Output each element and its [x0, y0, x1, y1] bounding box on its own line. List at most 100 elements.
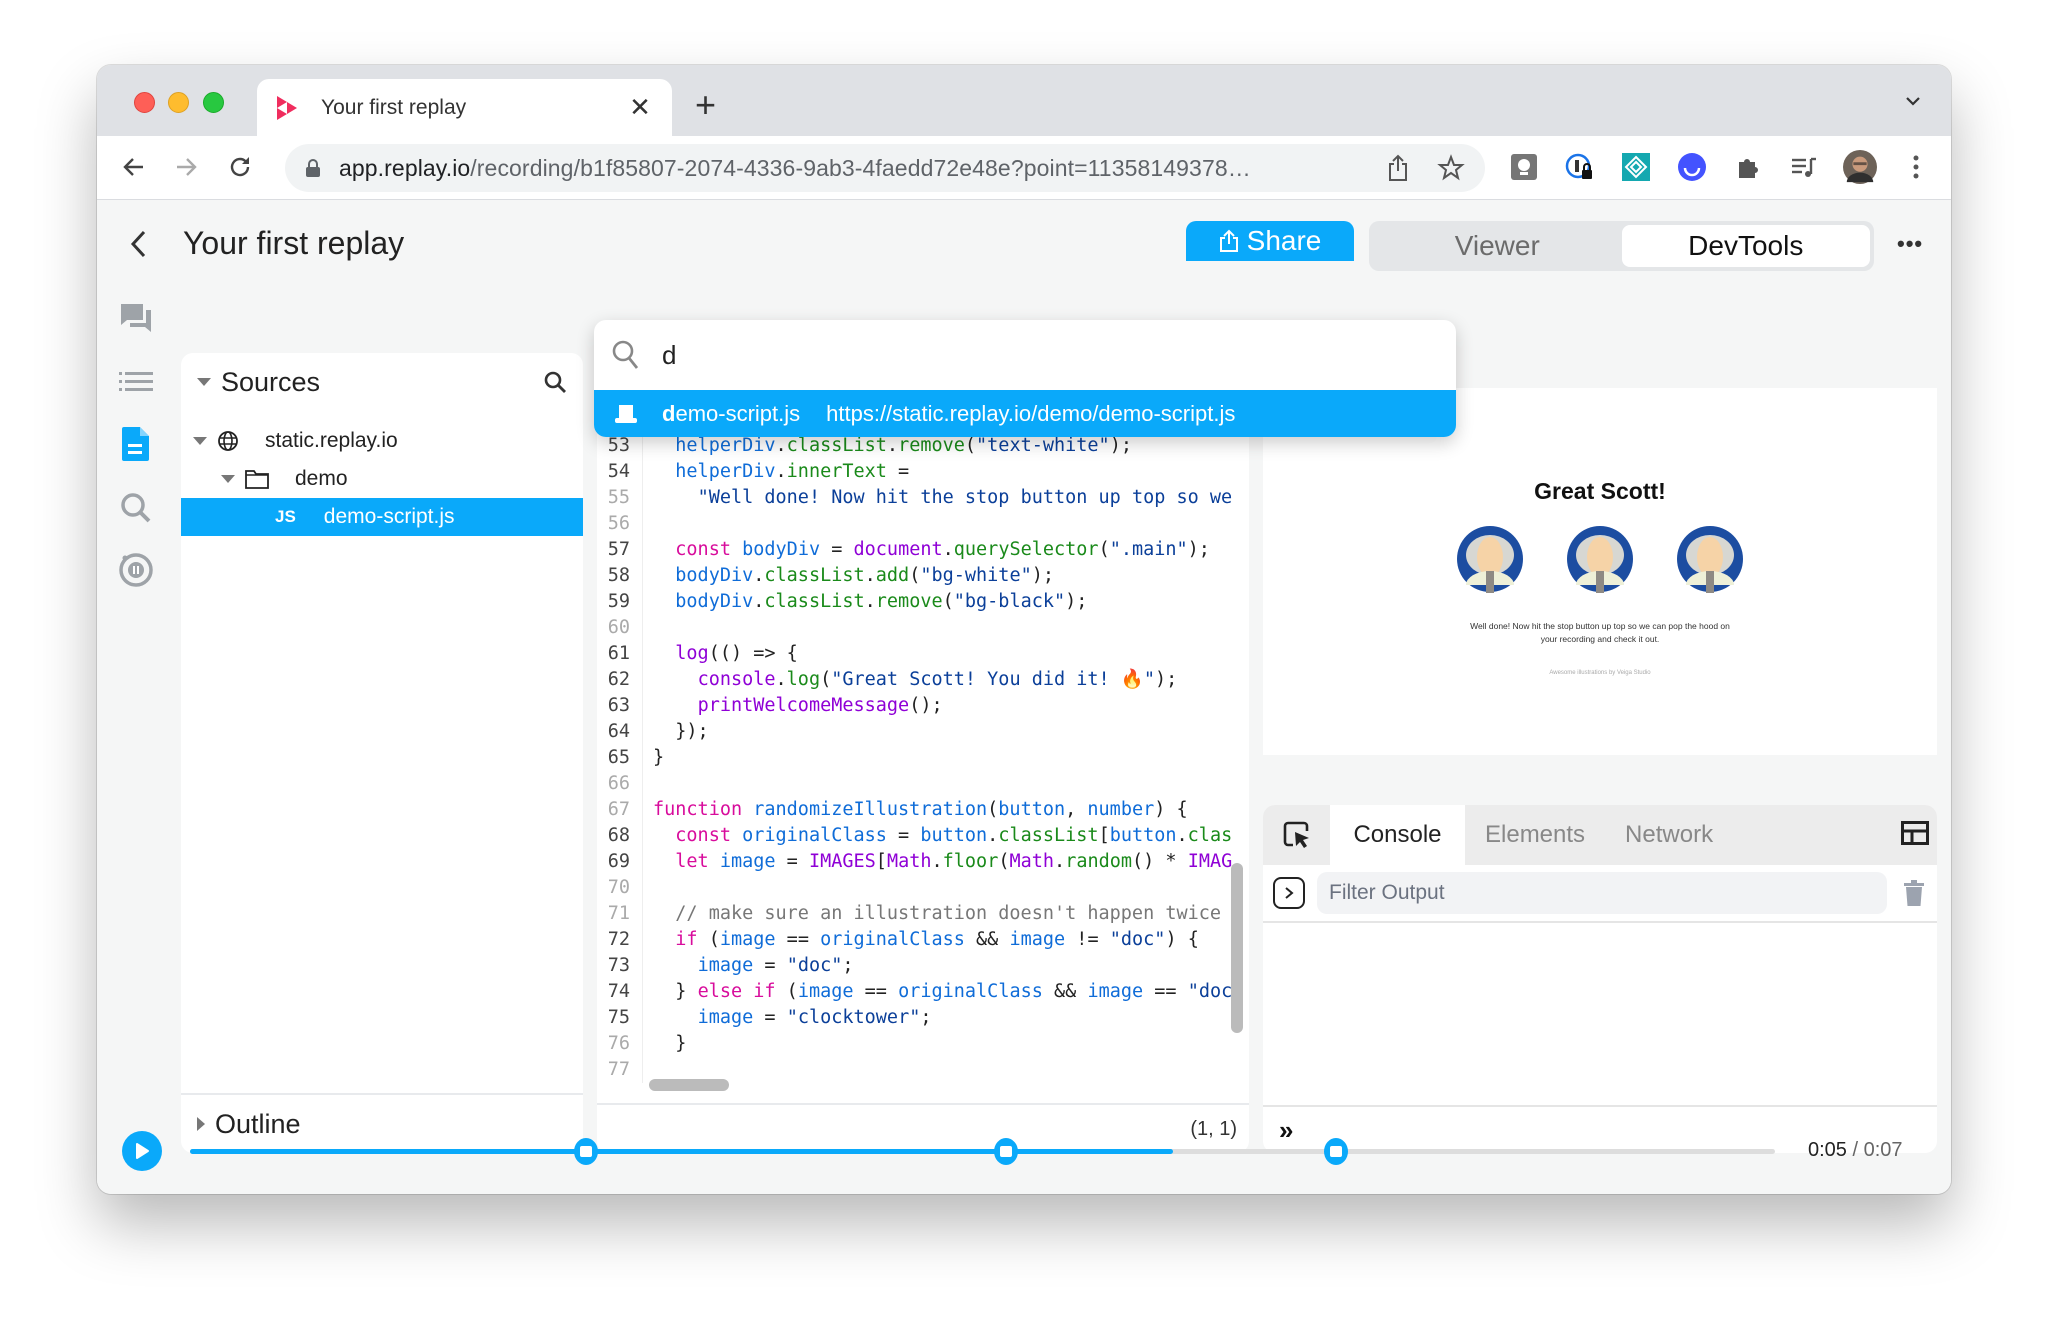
new-tab-button[interactable]: +: [695, 85, 716, 125]
line-number[interactable]: 65: [597, 745, 643, 771]
doc-illustration[interactable]: [1676, 525, 1744, 593]
forward-button[interactable]: [169, 150, 203, 184]
line-number[interactable]: 77: [597, 1057, 643, 1083]
toggle-layout-icon[interactable]: [1901, 821, 1929, 845]
code-line[interactable]: 73 image = "doc";: [597, 953, 1249, 979]
sources-icon[interactable]: [117, 425, 155, 463]
line-number[interactable]: 57: [597, 537, 643, 563]
timeline-track[interactable]: [190, 1138, 1775, 1165]
doc-illustration[interactable]: [1456, 525, 1524, 593]
editor-horizontal-scrollbar[interactable]: [649, 1079, 729, 1091]
maximize-window-button[interactable]: [203, 92, 224, 113]
address-bar[interactable]: app.replay.io/recording/b1f85807-2074-43…: [285, 144, 1485, 192]
elements-tab[interactable]: Elements: [1465, 805, 1605, 865]
bookmark-star-icon[interactable]: [1437, 154, 1465, 182]
line-number[interactable]: 74: [597, 979, 643, 1005]
profile-avatar[interactable]: [1843, 150, 1877, 184]
code-line[interactable]: 61 log(() => {: [597, 641, 1249, 667]
reload-button[interactable]: [223, 150, 257, 184]
code-line[interactable]: 71 // make sure an illustration doesn't …: [597, 901, 1249, 927]
quick-open-result[interactable]: demo-script.js https://static.replay.io/…: [594, 390, 1456, 437]
search-icon[interactable]: [117, 489, 155, 527]
line-number[interactable]: 76: [597, 1031, 643, 1057]
clear-console-trash-icon[interactable]: [1901, 879, 1927, 907]
media-control-icon[interactable]: [1787, 150, 1821, 184]
password-lock-icon[interactable]: [1563, 150, 1597, 184]
code-line[interactable]: 75 image = "clocktower";: [597, 1005, 1249, 1031]
sources-search-icon[interactable]: [543, 370, 567, 394]
line-number[interactable]: 62: [597, 667, 643, 693]
code-line[interactable]: 67 function randomizeIllustration(button,…: [597, 797, 1249, 823]
doc-illustration[interactable]: [1566, 525, 1634, 593]
line-number[interactable]: 61: [597, 641, 643, 667]
quick-open-input[interactable]: [662, 339, 997, 371]
line-number[interactable]: 59: [597, 589, 643, 615]
tab-close-icon[interactable]: ✕: [626, 92, 654, 123]
filter-output-input[interactable]: [1317, 872, 1887, 914]
code-line[interactable]: 69 let image = IMAGES[Math.floor(Math.ra…: [597, 849, 1249, 875]
viewer-tab[interactable]: Viewer: [1373, 225, 1622, 267]
code-line[interactable]: 62 console.log("Great Scott! You did it!…: [597, 667, 1249, 693]
editor-vertical-scrollbar[interactable]: [1231, 863, 1243, 1033]
smile-extension-icon[interactable]: [1675, 150, 1709, 184]
close-window-button[interactable]: [134, 92, 155, 113]
devtools-tab[interactable]: DevTools: [1621, 225, 1870, 267]
code-line[interactable]: 54 helperDiv.innerText =: [597, 459, 1249, 485]
code-line[interactable]: 76 }: [597, 1031, 1249, 1057]
code-line[interactable]: 70: [597, 875, 1249, 901]
diamond-extension-icon[interactable]: [1619, 150, 1653, 184]
line-number[interactable]: 66: [597, 771, 643, 797]
code-editor[interactable]: 53 helperDiv.classList.remove("text-whit…: [597, 353, 1249, 1153]
replay-info-icon[interactable]: [117, 551, 155, 589]
sources-header[interactable]: Sources: [181, 353, 583, 411]
line-number[interactable]: 70: [597, 875, 643, 901]
share-page-icon[interactable]: [1387, 154, 1409, 182]
line-number[interactable]: 69: [597, 849, 643, 875]
code-line[interactable]: 55 "Well done! Now hit the stop button u…: [597, 485, 1249, 511]
line-number[interactable]: 64: [597, 719, 643, 745]
more-options-button[interactable]: •••: [1897, 231, 1923, 257]
comment-marker[interactable]: [994, 1138, 1019, 1165]
browser-menu-icon[interactable]: [1899, 150, 1933, 184]
code-line[interactable]: 72 if (image == originalClass && image !…: [597, 927, 1249, 953]
code-line[interactable]: 64 });: [597, 719, 1249, 745]
code-line[interactable]: 66: [597, 771, 1249, 797]
code-line[interactable]: 74 } else if (image == originalClass && …: [597, 979, 1249, 1005]
comments-icon[interactable]: [117, 299, 155, 337]
comment-marker[interactable]: [574, 1138, 599, 1165]
puzzle-icon[interactable]: [1731, 150, 1765, 184]
element-picker-button[interactable]: [1263, 805, 1330, 865]
code-line[interactable]: 63 printWelcomeMessage();: [597, 693, 1249, 719]
tree-item-file-selected[interactable]: JS demo-script.js: [181, 498, 583, 536]
line-number[interactable]: 67: [597, 797, 643, 823]
minimize-window-button[interactable]: [168, 92, 189, 113]
console-tab[interactable]: Console: [1330, 805, 1465, 865]
comment-marker[interactable]: [1323, 1138, 1348, 1165]
tree-item-domain[interactable]: static.replay.io: [181, 422, 583, 460]
code-line[interactable]: 57 const bodyDiv = document.querySelecto…: [597, 537, 1249, 563]
line-number[interactable]: 58: [597, 563, 643, 589]
code-line[interactable]: 65}: [597, 745, 1249, 771]
line-number[interactable]: 75: [597, 1005, 643, 1031]
code-line[interactable]: 60: [597, 615, 1249, 641]
line-number[interactable]: 56: [597, 511, 643, 537]
line-number[interactable]: 68: [597, 823, 643, 849]
back-button[interactable]: [117, 150, 151, 184]
line-number[interactable]: 71: [597, 901, 643, 927]
tree-item-folder[interactable]: demo: [181, 460, 583, 498]
code-line[interactable]: 59 bodyDiv.classList.remove("bg-black");: [597, 589, 1249, 615]
line-number[interactable]: 72: [597, 927, 643, 953]
code-line[interactable]: 58 bodyDiv.classList.add("bg-white");: [597, 563, 1249, 589]
line-number[interactable]: 60: [597, 615, 643, 641]
line-number[interactable]: 55: [597, 485, 643, 511]
expand-filters-button[interactable]: [1273, 877, 1305, 909]
share-button[interactable]: Share: [1186, 221, 1354, 261]
keyword-extension-icon[interactable]: [1507, 150, 1541, 184]
events-list-icon[interactable]: [117, 363, 155, 401]
line-number[interactable]: 54: [597, 459, 643, 485]
code-line[interactable]: 56: [597, 511, 1249, 537]
code-line[interactable]: 68 const originalClass = button.classLis…: [597, 823, 1249, 849]
tab-search-chevron-icon[interactable]: [1903, 91, 1923, 111]
line-number[interactable]: 63: [597, 693, 643, 719]
browser-tab-active[interactable]: Your first replay ✕: [257, 79, 672, 136]
